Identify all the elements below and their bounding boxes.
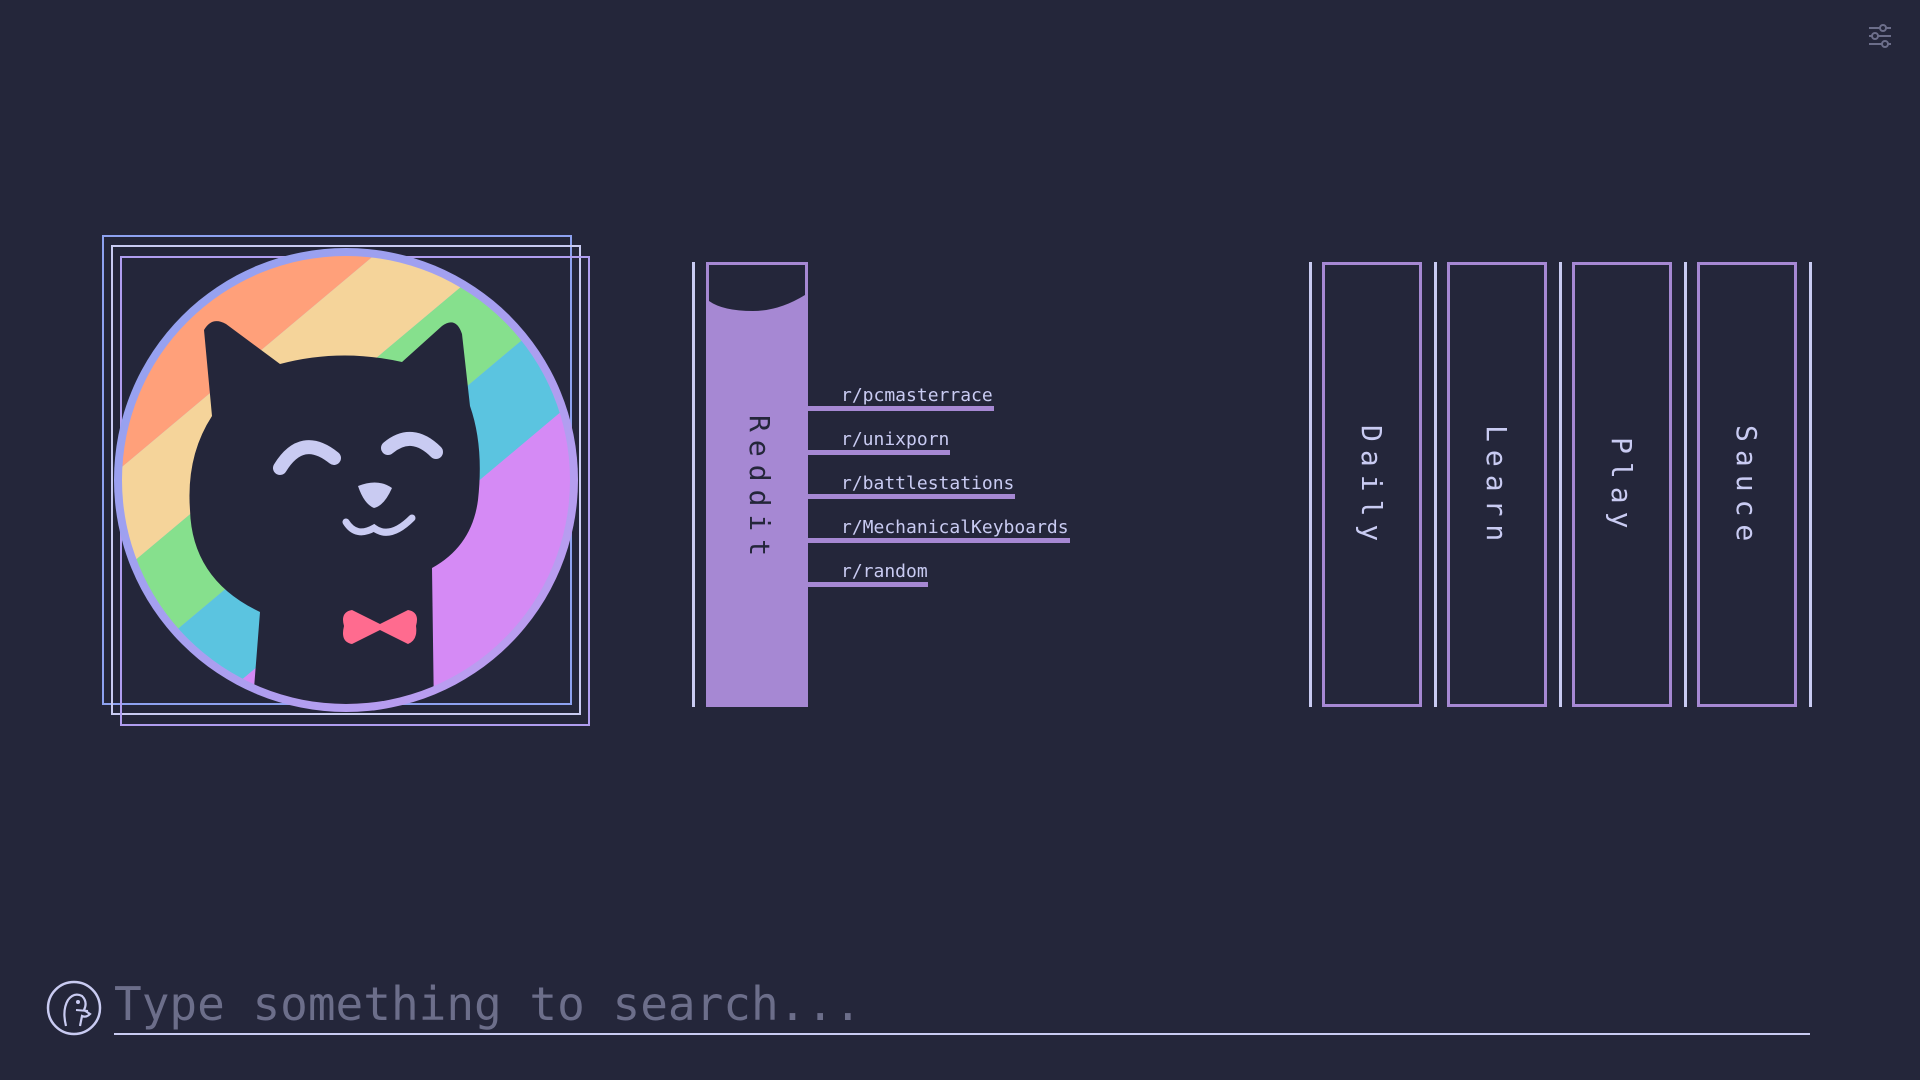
link-label: r/MechanicalKeyboards [841, 517, 1069, 538]
link-underline [808, 494, 1015, 499]
divider [1809, 262, 1812, 707]
tab-notch [709, 265, 805, 311]
tab-learn[interactable]: Learn [1447, 262, 1547, 707]
tab-daily[interactable]: Daily [1322, 262, 1422, 707]
divider [1559, 262, 1562, 707]
tab-sauce[interactable]: Sauce [1697, 262, 1797, 707]
divider [692, 262, 695, 707]
link-label: r/battlestations [841, 473, 1015, 494]
link-label: r/pcmasterrace [841, 385, 993, 406]
link-label: r/unixporn [841, 429, 950, 450]
tab-learn-label: Learn [1480, 425, 1513, 550]
tab-sauce-label: Sauce [1730, 425, 1763, 550]
link-underline [808, 582, 928, 587]
cat-avatar-icon [114, 248, 578, 712]
tab-play-label: Play [1605, 437, 1638, 537]
startpage: Reddit r/pcmasterrace r/unixporn r/battl… [0, 0, 1920, 1080]
divider [1309, 262, 1312, 707]
search-bar [46, 975, 1810, 1036]
link-label: r/random [841, 561, 928, 582]
divider [1434, 262, 1437, 707]
link-underline [808, 406, 994, 411]
link-underline [808, 538, 1070, 543]
tab-daily-label: Daily [1355, 425, 1388, 550]
tab-play[interactable]: Play [1572, 262, 1672, 707]
settings-sliders-icon[interactable] [1866, 22, 1894, 50]
duckduckgo-icon[interactable] [46, 980, 102, 1036]
link-underline [808, 450, 950, 455]
search-input[interactable] [114, 975, 1810, 1035]
tab-reddit-label: Reddit [743, 415, 776, 565]
avatar [100, 232, 596, 730]
divider [1684, 262, 1687, 707]
tab-reddit[interactable]: Reddit [706, 262, 808, 707]
